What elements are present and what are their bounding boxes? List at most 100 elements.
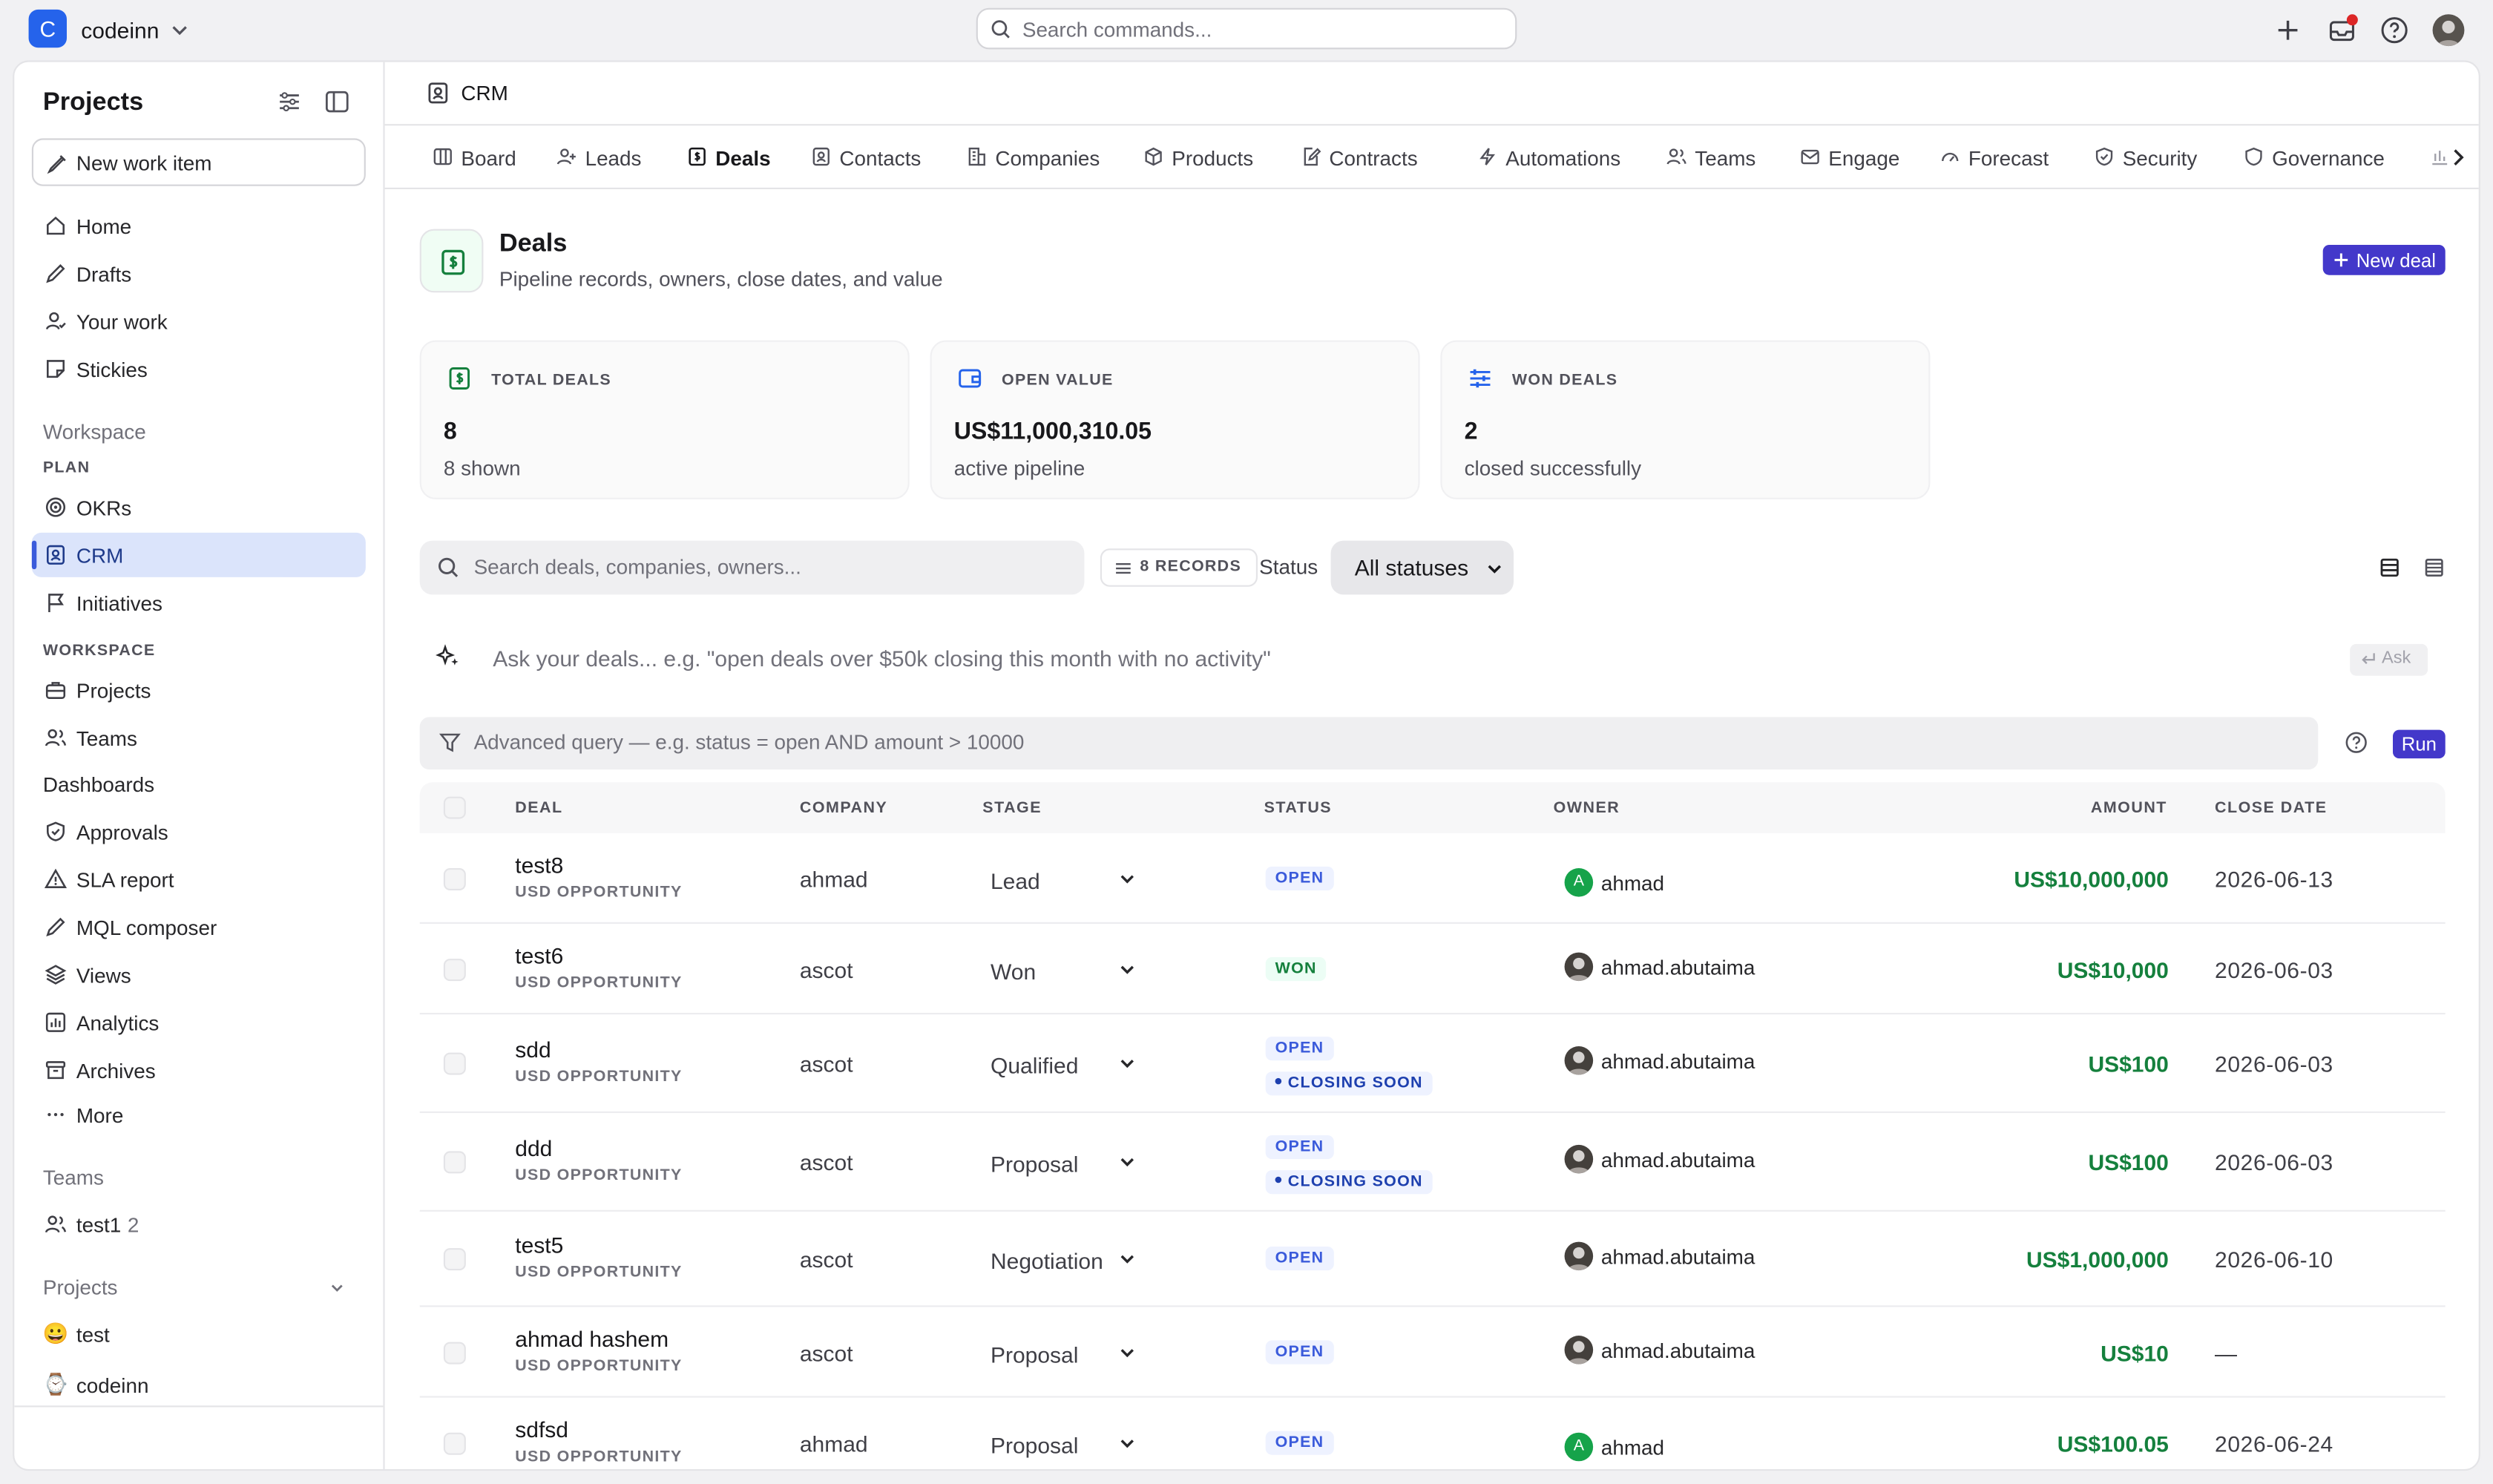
table-row[interactable]: ddd USD OPPORTUNITY ascot Proposal OPEN CLOSI… <box>419 1113 2446 1212</box>
column-header[interactable]: OWNER <box>1554 800 1620 818</box>
run-button[interactable]: Run <box>2393 729 2446 759</box>
sidebar-item-approvals[interactable]: Approvals <box>32 810 366 854</box>
new-deal-button[interactable]: New deal <box>2322 245 2446 275</box>
column-header[interactable]: STAGE <box>982 800 1042 818</box>
table-view-icon[interactable] <box>2422 555 2447 580</box>
sidebar-item-mql-composer[interactable]: MQL composer <box>32 904 366 949</box>
list-view-icon[interactable] <box>2377 555 2402 580</box>
chevron-down-icon[interactable] <box>1120 870 1135 886</box>
chevron-down-icon[interactable] <box>1120 1056 1135 1071</box>
stage-select[interactable]: Qualified <box>991 1053 1078 1078</box>
row-checkbox[interactable] <box>443 1052 466 1075</box>
sidebar-item-sla-report[interactable]: SLA report <box>32 857 366 902</box>
sidebar-item-initiatives[interactable]: Initiatives <box>32 580 366 625</box>
sidebar-item-teams[interactable]: Teams <box>32 715 366 760</box>
table-row[interactable]: test5 USD OPPORTUNITY ascot Negotiation OPEN… <box>419 1212 2446 1307</box>
help-icon[interactable] <box>2344 730 2369 755</box>
stage-select[interactable]: Proposal <box>991 1432 1078 1457</box>
lightning-icon <box>1479 148 1496 165</box>
column-header[interactable]: AMOUNT <box>2091 800 2167 818</box>
chevron-down-icon[interactable] <box>1120 1435 1135 1451</box>
sidebar-item-archives[interactable]: Archives <box>32 1048 366 1092</box>
table-row[interactable]: test8 USD OPPORTUNITY ahmad Lead OPEN Aahmad U… <box>419 833 2446 924</box>
avatar: A <box>1564 1431 1594 1461</box>
deal-name[interactable]: test6 <box>515 942 563 968</box>
close-date-cell: 2026-06-03 <box>2215 1149 2333 1175</box>
status-filter-select[interactable]: All statuses <box>1330 540 1514 595</box>
sidebar-item-crm[interactable]: CRM <box>31 532 366 577</box>
row-checkbox[interactable] <box>443 1151 466 1174</box>
stage-select[interactable]: Proposal <box>991 1342 1078 1367</box>
sidebar-item-more[interactable]: More <box>32 1092 366 1137</box>
table-row[interactable]: ahmad hashem USD OPPORTUNITY ascot Proposal… <box>419 1307 2446 1398</box>
deal-name[interactable]: ddd <box>515 1135 552 1160</box>
sidebar-item-drafts[interactable]: Drafts <box>32 252 366 296</box>
chevron-down-icon[interactable] <box>327 1278 346 1298</box>
ask-button[interactable]: Ask <box>2350 643 2428 676</box>
row-checkbox[interactable] <box>443 1431 466 1454</box>
sidebar-project-codeinn[interactable]: ⌚ codeinn <box>32 1362 366 1407</box>
chevron-down-icon[interactable] <box>1120 1345 1135 1360</box>
command-search-input[interactable]: Search commands... <box>976 7 1517 50</box>
row-checkbox[interactable] <box>443 958 466 981</box>
breadcrumb-label[interactable]: CRM <box>461 81 508 105</box>
chevron-down-icon[interactable] <box>1120 1155 1135 1170</box>
stage-select[interactable]: Lead <box>991 867 1040 893</box>
deal-type: USD OPPORTUNITY <box>515 1448 683 1465</box>
column-header[interactable]: CLOSE DATE <box>2215 800 2328 818</box>
plus-icon[interactable] <box>2272 14 2304 46</box>
sidebar-item-projects[interactable]: Projects <box>32 668 366 712</box>
chevron-down-icon[interactable] <box>168 19 191 42</box>
avatar <box>1564 1046 1594 1075</box>
deal-name[interactable]: test8 <box>515 852 563 877</box>
chevron-down-icon[interactable] <box>1120 1251 1135 1267</box>
chevron-down-icon[interactable] <box>1120 961 1135 976</box>
sidebar-item-views[interactable]: Views <box>32 953 366 997</box>
table-header: DEAL COMPANY STAGE STATUS OWNER AMOUNT C… <box>419 782 2446 833</box>
help-icon[interactable] <box>2379 14 2411 46</box>
stage-select[interactable]: Won <box>991 958 1036 983</box>
deal-name[interactable]: sdd <box>515 1037 551 1062</box>
sidebar-item-stickies[interactable]: Stickies <box>32 347 366 391</box>
stage-select[interactable]: Negotiation <box>991 1248 1103 1273</box>
users-icon <box>1666 148 1686 165</box>
tab-label: Security <box>2122 146 2198 171</box>
deal-name[interactable]: test5 <box>515 1232 563 1258</box>
deals-search-input[interactable]: Search deals, companies, owners... <box>419 540 1085 595</box>
sidebar-project-test[interactable]: 😀 test <box>32 1312 366 1356</box>
table-row[interactable]: sdfsd USD OPPORTUNITY ahmad Proposal OPEN Aah… <box>420 1398 2446 1469</box>
stage-select[interactable]: Proposal <box>991 1151 1078 1176</box>
sidebar-item-okrs[interactable]: OKRs <box>32 485 366 530</box>
chevron-right-icon[interactable] <box>2446 145 2471 170</box>
dollar-icon <box>689 147 706 166</box>
advanced-query-input[interactable]: Advanced query — e.g. status = open AND … <box>419 717 2319 770</box>
deal-name[interactable]: sdfsd <box>515 1416 568 1441</box>
deal-name[interactable]: ahmad hashem <box>515 1325 669 1350</box>
workspace-name[interactable]: codeinn <box>81 18 159 43</box>
avatar <box>1564 1241 1594 1271</box>
sidebar-item-your-work[interactable]: Your work <box>32 299 366 344</box>
row-checkbox[interactable] <box>443 1248 466 1271</box>
sidebar-item-label: Approvals <box>76 820 168 844</box>
row-checkbox[interactable] <box>443 1341 466 1364</box>
column-header[interactable]: COMPANY <box>800 800 887 818</box>
table-row[interactable]: sdd USD OPPORTUNITY ascot Qualified OPEN CLOS… <box>419 1014 2446 1113</box>
column-header[interactable]: DEAL <box>515 800 562 818</box>
dashboards-heading[interactable]: Dashboards <box>43 772 154 796</box>
column-header[interactable]: STATUS <box>1264 800 1333 818</box>
user-avatar[interactable] <box>2432 14 2465 47</box>
select-all-checkbox[interactable] <box>443 796 466 819</box>
ask-input[interactable]: Ask your deals... e.g. "open deals over … <box>493 646 1271 671</box>
new-work-item-button[interactable]: New work item <box>31 138 366 186</box>
amount-cell: US$10 <box>2101 1339 2169 1365</box>
sliders-icon[interactable] <box>277 89 302 114</box>
workspace-logo[interactable]: C <box>28 9 67 48</box>
table-row[interactable]: test6 USD OPPORTUNITY ascot Won WON ahmad.abu… <box>419 924 2446 1015</box>
sidebar-item-home[interactable]: Home <box>32 203 366 248</box>
status-badge: OPEN <box>1265 1339 1334 1364</box>
close-date-cell: 2026-06-03 <box>2215 1051 2333 1077</box>
sidebar-item-analytics[interactable]: Analytics <box>32 1000 366 1045</box>
row-checkbox[interactable] <box>443 867 466 890</box>
sidebar-toggle-icon[interactable] <box>324 89 349 114</box>
sidebar-team-test1[interactable]: test1 2 <box>32 1202 366 1247</box>
